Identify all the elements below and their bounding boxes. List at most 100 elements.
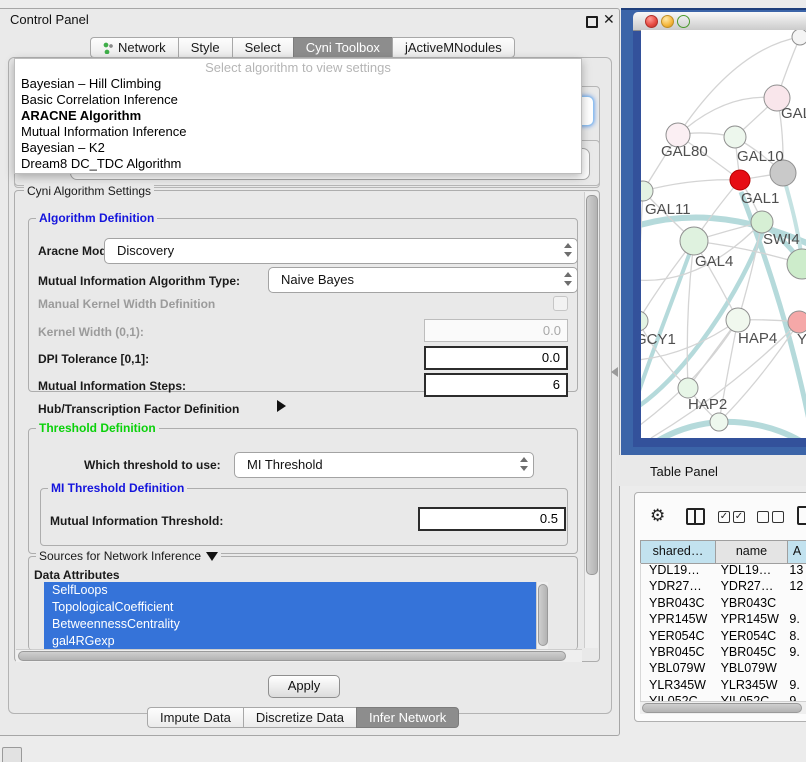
column-header-3[interactable]: A [788, 541, 806, 563]
dropdown-item[interactable]: Bayesian – Hill Climbing [15, 76, 581, 92]
table-cell: YPR145W [641, 612, 719, 628]
split-columns-icon[interactable] [686, 508, 705, 525]
network-canvas[interactable]: GAL7GAL80GAL10GAL1GAL11SWI4GAL4GCY1HAP4Y… [641, 30, 806, 438]
network-node-hap2[interactable] [678, 378, 698, 398]
partial-toolbar-icon[interactable] [797, 506, 806, 525]
table-row[interactable]: YDL19…YDL19…13 [641, 563, 806, 579]
network-edge[interactable] [641, 244, 693, 400]
tab-style[interactable]: Style [178, 37, 232, 58]
manual-kernel-checkbox[interactable] [553, 296, 568, 311]
table-row[interactable]: YDR27…YDR27…12 [641, 579, 806, 595]
settings-vscrollbar-thumb[interactable] [586, 195, 598, 575]
tab-discretize-data[interactable]: Discretize Data [243, 707, 356, 728]
attributes-list-scrollbar-thumb[interactable] [538, 584, 548, 646]
column-header-1[interactable]: shared… [641, 541, 716, 563]
tab-impute-data[interactable]: Impute Data [147, 707, 243, 728]
network-icon [103, 42, 114, 54]
network-node-gal11[interactable] [641, 181, 653, 201]
network-node[interactable] [792, 30, 806, 45]
dropdown-item[interactable]: ARACNE Algorithm [15, 108, 581, 124]
settings-hscrollbar-thumb[interactable] [18, 651, 566, 661]
node-label: GAL11 [645, 201, 691, 218]
node-label: GAL4 [695, 253, 733, 270]
window-minimize-button[interactable] [661, 15, 674, 28]
mi-algorithm-type-combo[interactable]: Naive Bayes [268, 267, 578, 293]
select-all-checkbox-icon-2[interactable]: ✓ [733, 511, 745, 523]
kernel-width-input[interactable]: 0.0 [424, 319, 568, 342]
table-cell: 12 [787, 579, 806, 595]
attribute-list-item[interactable]: TopologicalCoefficient [44, 599, 536, 616]
dpi-tolerance-input[interactable]: 0.0 [424, 346, 568, 370]
table-row[interactable]: YPR145WYPR145W9. [641, 612, 806, 628]
mi-steps-input[interactable]: 6 [424, 373, 568, 397]
tab-select[interactable]: Select [232, 37, 293, 58]
settings-hscrollbar[interactable] [16, 649, 582, 662]
attributes-list-scrollbar[interactable] [536, 582, 548, 649]
network-edge[interactable] [688, 320, 738, 388]
tab-cyni-toolbox[interactable]: Cyni Toolbox [293, 37, 392, 58]
table-row[interactable]: YLR345WYLR345W9. [641, 678, 806, 694]
network-node-gal10[interactable] [724, 126, 746, 148]
network-window-titlebar[interactable] [633, 12, 806, 31]
tab-network[interactable]: Network [90, 37, 178, 58]
collapse-arrow-icon[interactable] [206, 552, 218, 561]
gear-icon[interactable]: ⚙ [650, 506, 665, 526]
dropdown-item[interactable]: Bayesian – K2 [15, 140, 581, 156]
settings-vscrollbar[interactable] [584, 192, 598, 648]
network-node[interactable] [787, 249, 806, 279]
network-node-hap4[interactable] [726, 308, 750, 332]
node-label: Y [797, 331, 806, 348]
split-divider-arrow-icon[interactable] [611, 367, 618, 377]
dropdown-item[interactable]: Mutual Information Inference [15, 124, 581, 140]
close-panel-icon[interactable]: ✕ [603, 11, 615, 28]
screen: Control Panel ✕ NetworkStyleSelectCyni T… [0, 0, 806, 762]
network-edge[interactable] [687, 241, 694, 388]
network-node-gal4[interactable] [680, 227, 708, 255]
bottom-left-button[interactable] [2, 747, 22, 762]
network-edge[interactable] [643, 180, 740, 191]
network-node-swi4[interactable] [751, 211, 773, 233]
mi-steps-label: Mutual Information Steps: [38, 379, 186, 393]
select-all-checkbox-icon-1[interactable]: ✓ [718, 511, 730, 523]
dropdown-prompt: Select algorithm to view settings [15, 59, 581, 76]
table-hscrollbar-thumb[interactable] [642, 703, 802, 713]
attribute-list-item[interactable]: SelfLoops [44, 582, 536, 599]
attribute-list-item[interactable]: BetweennessCentrality [44, 616, 536, 633]
table-row[interactable]: YIL052CYIL052C9 [641, 694, 806, 701]
dropdown-item[interactable]: Basic Correlation Inference [15, 92, 581, 108]
dropdown-item[interactable]: Dream8 DC_TDC Algorithm [15, 156, 581, 172]
mi-algorithm-type-label: Mutual Information Algorithm Type: [38, 274, 240, 288]
network-edge[interactable] [641, 191, 643, 321]
network-node-y[interactable] [788, 311, 806, 333]
network-node-gcy1[interactable] [641, 311, 648, 331]
expand-arrow-icon[interactable] [277, 400, 286, 412]
window-close-button[interactable] [645, 15, 658, 28]
network-node-gal1[interactable] [730, 170, 750, 190]
which-threshold-combo[interactable]: MI Threshold [234, 452, 534, 478]
float-panel-icon[interactable] [586, 16, 598, 28]
tab-label: Select [245, 40, 281, 55]
stepper-icon [563, 271, 572, 287]
table-row[interactable]: YER054CYER054C8. [641, 629, 806, 645]
table-row[interactable]: YBR043CYBR043C [641, 596, 806, 612]
table-hscrollbar[interactable] [640, 701, 806, 714]
mi-threshold-definition-title: MI Threshold Definition [48, 481, 187, 495]
apply-button[interactable]: Apply [268, 675, 340, 698]
network-node[interactable] [710, 413, 728, 431]
network-edge[interactable] [656, 422, 806, 438]
aracne-mode-combo[interactable]: Discovery [104, 238, 578, 264]
table-row[interactable]: YBL079WYBL079W [641, 661, 806, 677]
deselect-checkbox-icon-2[interactable] [772, 511, 784, 523]
algorithm-definition-title: Algorithm Definition [36, 211, 157, 225]
table-cell: YBR045C [719, 645, 788, 661]
table-row[interactable]: YBR045CYBR045C9. [641, 645, 806, 661]
tab-jactivemnodules[interactable]: jActiveMNodules [392, 37, 515, 58]
window-zoom-button[interactable] [677, 15, 690, 28]
deselect-checkbox-icon-1[interactable] [757, 511, 769, 523]
column-header-2[interactable]: name [716, 541, 788, 563]
tab-infer-network[interactable]: Infer Network [356, 707, 459, 728]
mi-threshold-input[interactable]: 0.5 [418, 507, 566, 531]
sources-title: Sources for Network Inference [36, 549, 221, 563]
table-cell: YLR345W [641, 678, 719, 694]
attribute-list-item[interactable]: gal4RGexp [44, 633, 536, 649]
